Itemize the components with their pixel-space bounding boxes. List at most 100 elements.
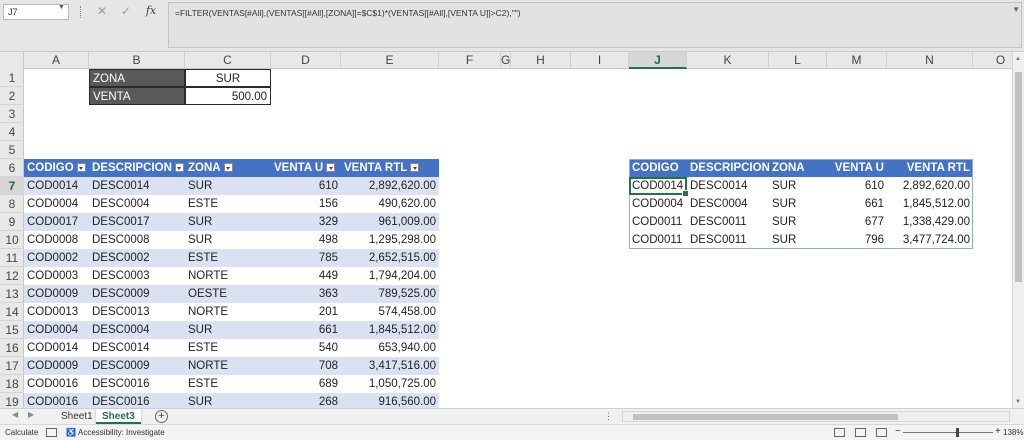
ventas-cell[interactable]: OESTE (185, 285, 271, 303)
column-header-a[interactable]: A (24, 52, 89, 69)
accessibility-status[interactable]: Accessibility: Investigate (78, 428, 165, 437)
row-header-3[interactable]: 3 (0, 105, 24, 123)
ventas-cell[interactable]: SUR (185, 231, 271, 249)
row-header-12[interactable]: 12 (0, 267, 24, 285)
ventas-cell[interactable]: 3,417,516.00 (341, 357, 439, 375)
ventas-header-4[interactable]: VENTA RTL (341, 159, 439, 177)
ventas-cell[interactable]: 653,940.00 (341, 339, 439, 357)
zona-label[interactable]: ZONA (89, 69, 185, 87)
ventas-cell[interactable]: NORTE (185, 357, 271, 375)
page-layout-view-icon[interactable] (855, 428, 866, 437)
column-header-m[interactable]: M (827, 52, 887, 69)
ventas-cell[interactable]: 156 (271, 195, 341, 213)
ventas-cell[interactable]: 961,009.00 (341, 213, 439, 231)
formula-input[interactable]: =FILTER(VENTAS[#All],(VENTAS[[#All],[ZON… (168, 2, 1022, 48)
zona-value[interactable]: SUR (185, 69, 271, 87)
ventas-cell[interactable]: 498 (271, 231, 341, 249)
ventas-cell[interactable]: 329 (271, 213, 341, 231)
ventas-cell[interactable]: COD0004 (24, 195, 89, 213)
ventas-cell[interactable]: 785 (271, 249, 341, 267)
zoom-level[interactable]: 138% (1003, 428, 1023, 437)
mode-indicator[interactable]: Calculate (5, 428, 38, 437)
ventas-cell[interactable]: DESC0016 (89, 393, 185, 408)
row-header-19[interactable]: 19 (0, 393, 24, 408)
column-header-g[interactable]: G (501, 52, 511, 69)
drag-grip-icon[interactable] (80, 6, 82, 18)
ventas-cell[interactable]: DESC0009 (89, 285, 185, 303)
ventas-cell[interactable]: 268 (271, 393, 341, 408)
row-header-13[interactable]: 13 (0, 285, 24, 303)
ventas-cell[interactable]: DESC0009 (89, 357, 185, 375)
insert-function-icon[interactable]: fx (142, 3, 160, 19)
ventas-header-2[interactable]: ZONA (185, 159, 271, 177)
ventas-cell[interactable]: DESC0016 (89, 375, 185, 393)
ventas-header-3[interactable]: VENTA U (271, 159, 341, 177)
zoom-slider-thumb[interactable] (956, 428, 959, 437)
horizontal-scroll-thumb[interactable] (633, 414, 898, 420)
ventas-cell[interactable]: 490,620.00 (341, 195, 439, 213)
ventas-cell[interactable]: SUR (185, 177, 271, 195)
ventas-cell[interactable]: DESC0014 (89, 339, 185, 357)
row-header-1[interactable]: 1 (0, 69, 24, 87)
column-header-h[interactable]: H (511, 52, 571, 69)
filter-dropdown-icon[interactable] (326, 163, 336, 173)
ventas-cell[interactable]: NORTE (185, 303, 271, 321)
ventas-cell[interactable]: ESTE (185, 339, 271, 357)
ventas-cell[interactable]: 610 (271, 177, 341, 195)
ventas-cell[interactable]: 1,295,298.00 (341, 231, 439, 249)
row-header-17[interactable]: 17 (0, 357, 24, 375)
ventas-cell[interactable]: COD0009 (24, 357, 89, 375)
ventas-cell[interactable]: SUR (185, 393, 271, 408)
column-header-f[interactable]: F (439, 52, 501, 69)
horizontal-scrollbar[interactable] (622, 411, 1010, 422)
next-sheet-icon[interactable]: ▶ (28, 410, 34, 419)
ventas-cell[interactable]: COD0017 (24, 213, 89, 231)
ventas-cell[interactable]: COD0008 (24, 231, 89, 249)
ventas-cell[interactable]: 916,560.00 (341, 393, 439, 408)
tab-sheet3[interactable]: Sheet3 (96, 409, 141, 424)
tab-sheet1[interactable]: Sheet1 (55, 409, 99, 424)
ventas-cell[interactable]: SUR (185, 213, 271, 231)
ventas-cell[interactable]: NORTE (185, 267, 271, 285)
ventas-cell[interactable]: 2,652,515.00 (341, 249, 439, 267)
row-header-8[interactable]: 8 (0, 195, 24, 213)
ventas-cell[interactable]: 201 (271, 303, 341, 321)
column-header-c[interactable]: C (185, 52, 271, 69)
ventas-cell[interactable]: DESC0003 (89, 267, 185, 285)
column-header-j[interactable]: J (629, 52, 687, 69)
scroll-up-icon[interactable]: ▲ (1015, 56, 1021, 62)
row-header-10[interactable]: 10 (0, 231, 24, 249)
filter-dropdown-icon[interactable] (76, 163, 86, 173)
active-cell-selection[interactable] (629, 177, 689, 197)
column-header-n[interactable]: N (887, 52, 973, 69)
ventas-cell[interactable]: COD0014 (24, 339, 89, 357)
ventas-cell[interactable]: 1,050,725.00 (341, 375, 439, 393)
ventas-cell[interactable]: DESC0004 (89, 321, 185, 339)
zoom-in-button[interactable]: + (995, 426, 1001, 437)
cell-area[interactable]: ZONA SUR VENTA 500.00 CODIGO DESCRIPCION ZONA V… (24, 69, 1012, 408)
column-header-k[interactable]: K (687, 52, 769, 69)
ventas-cell[interactable]: 449 (271, 267, 341, 285)
ventas-cell[interactable]: COD0014 (24, 177, 89, 195)
ventas-cell[interactable]: 789,525.00 (341, 285, 439, 303)
row-header-14[interactable]: 14 (0, 303, 24, 321)
more-options-icon[interactable]: ⋮ (604, 411, 614, 422)
ventas-cell[interactable]: 363 (271, 285, 341, 303)
macro-recording-icon[interactable] (46, 428, 57, 437)
name-box-dropdown-icon[interactable]: ▼ (58, 4, 65, 11)
ventas-cell[interactable]: 708 (271, 357, 341, 375)
ventas-cell[interactable]: ESTE (185, 249, 271, 267)
scroll-down-icon[interactable]: ▼ (1015, 399, 1021, 405)
ventas-cell[interactable]: 1,845,512.00 (341, 321, 439, 339)
column-header-e[interactable]: E (341, 52, 439, 69)
ventas-cell[interactable]: 689 (271, 375, 341, 393)
ventas-cell[interactable]: 2,892,620.00 (341, 177, 439, 195)
zoom-slider[interactable] (903, 432, 993, 433)
ventas-cell[interactable]: DESC0013 (89, 303, 185, 321)
ventas-cell[interactable]: COD0002 (24, 249, 89, 267)
ventas-cell[interactable]: 574,458.00 (341, 303, 439, 321)
expand-formula-bar-icon[interactable]: ▼ (1012, 5, 1020, 14)
ventas-cell[interactable]: COD0013 (24, 303, 89, 321)
row-header-15[interactable]: 15 (0, 321, 24, 339)
row-header-16[interactable]: 16 (0, 339, 24, 357)
